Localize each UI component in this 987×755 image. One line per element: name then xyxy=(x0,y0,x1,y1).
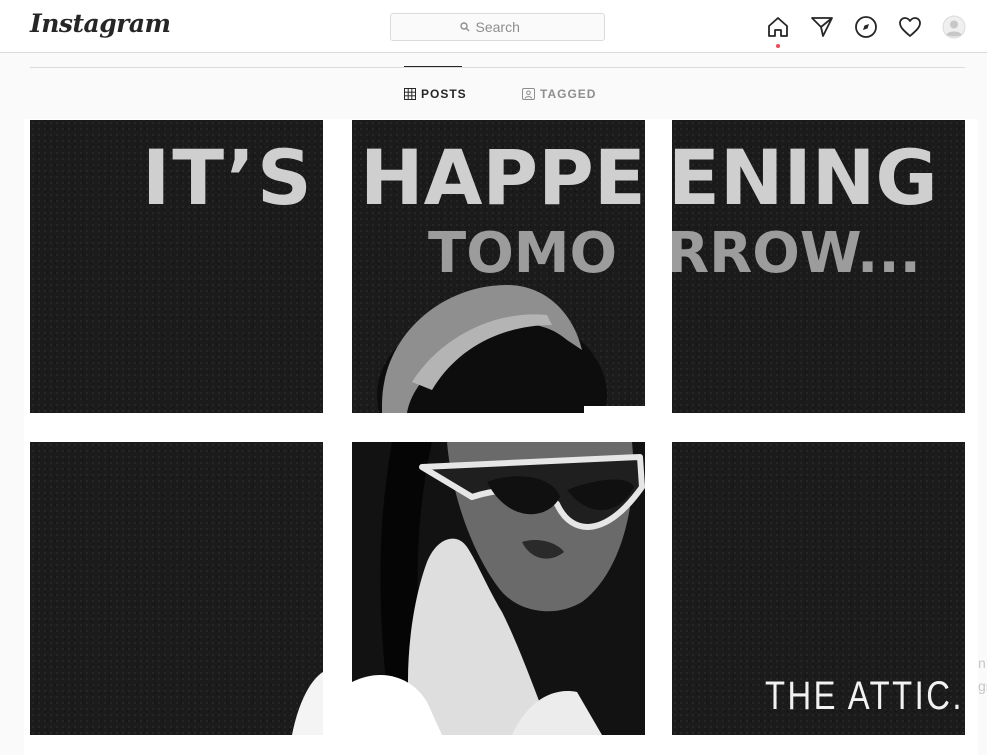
home-icon[interactable] xyxy=(766,15,790,39)
tab-posts[interactable]: POSTS xyxy=(404,86,467,102)
tab-posts-label: POSTS xyxy=(421,87,467,101)
search-icon xyxy=(459,22,469,32)
search-box[interactable] xyxy=(390,13,605,41)
post-tile-4[interactable] xyxy=(30,442,323,735)
tab-tagged[interactable]: TAGGED xyxy=(522,86,596,102)
clipped-side-text: n xyxy=(978,655,986,671)
active-indicator-dot xyxy=(776,44,780,48)
search-input[interactable] xyxy=(475,19,536,35)
active-tab-indicator xyxy=(404,66,462,67)
top-navbar: Instagram xyxy=(0,0,987,53)
post-tile-1[interactable]: IT’S xyxy=(30,120,323,413)
post-tile-3[interactable]: ENING RROW... xyxy=(672,120,965,413)
post-tile-6[interactable]: THE ATTIC. xyxy=(672,442,965,735)
activity-heart-icon[interactable] xyxy=(898,15,922,39)
woman-cat-eye-glasses-photo xyxy=(352,442,645,735)
post-tile-2[interactable]: HAPPE TOMO xyxy=(352,120,645,413)
grid-icon xyxy=(404,88,416,100)
woman-headband-photo xyxy=(377,285,645,413)
post-text: IT’S xyxy=(142,133,314,222)
clipped-side-text: gs xyxy=(978,678,987,694)
tab-tagged-label: TAGGED xyxy=(540,87,597,101)
shoulder-photo-fragment xyxy=(292,672,323,735)
post-text-secondary: RROW... xyxy=(672,221,921,286)
tagged-person-icon xyxy=(522,88,535,100)
instagram-logo[interactable]: Instagram xyxy=(30,9,171,38)
direct-message-icon[interactable] xyxy=(810,15,834,39)
explore-compass-icon[interactable] xyxy=(854,15,878,39)
profile-avatar-icon[interactable] xyxy=(942,15,966,39)
post-text: ENING xyxy=(672,133,938,222)
post-text: THE ATTIC. xyxy=(765,674,964,718)
profile-divider xyxy=(30,67,965,68)
post-tile-5[interactable] xyxy=(352,442,645,735)
